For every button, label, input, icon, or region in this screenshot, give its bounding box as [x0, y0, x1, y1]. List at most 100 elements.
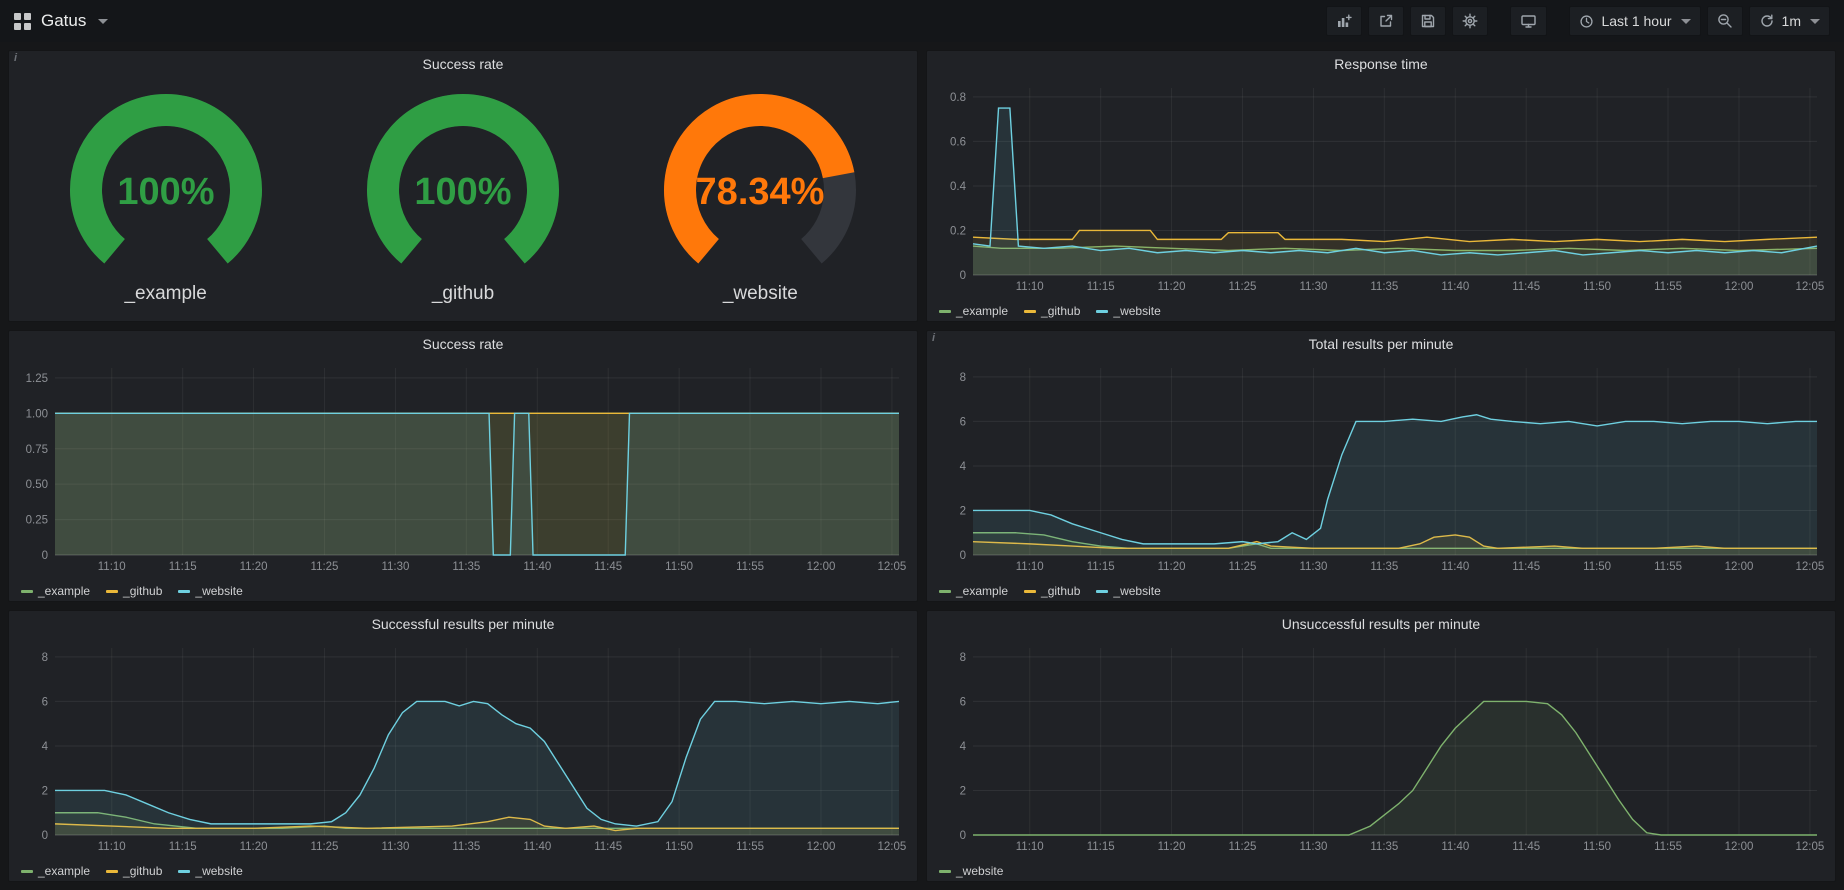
legend-item-_website[interactable]: _website [1096, 304, 1160, 318]
save-dashboard-button[interactable] [1410, 6, 1446, 36]
dashboard-grid: i Success rate 100% _example 100% _githu… [0, 42, 1844, 890]
panel-successful-results: Successful results per minute 11:1011:15… [8, 610, 918, 882]
panel-title[interactable]: Success rate [9, 331, 917, 358]
chart-plot[interactable]: 11:1011:1511:2011:2511:3011:3511:4011:45… [15, 638, 911, 860]
panel-title[interactable]: Response time [927, 51, 1835, 78]
legend-item-_example[interactable]: _example [21, 584, 90, 598]
panel-success-rate-graph: Success rate 11:1011:1511:2011:2511:3011… [8, 330, 918, 602]
x-tick-label: 11:10 [98, 841, 126, 853]
series-color-chip [1096, 310, 1108, 313]
chart-svg: 11:1011:1511:2011:2511:3011:3511:4011:45… [933, 638, 1829, 855]
x-tick-label: 11:20 [240, 841, 268, 853]
series-name: _website [956, 864, 1003, 878]
panel-title[interactable]: Unsuccessful results per minute [927, 611, 1835, 638]
x-tick-label: 11:20 [1158, 281, 1186, 293]
panel-info-icon[interactable]: i [927, 331, 950, 348]
dashboard-settings-button[interactable] [1452, 6, 1488, 36]
y-tick-label: 2 [42, 785, 48, 797]
refresh-icon [1759, 13, 1775, 29]
monitor-icon [1520, 13, 1537, 29]
dashboards-grid-icon[interactable] [14, 13, 31, 30]
add-panel-button[interactable] [1326, 6, 1362, 36]
x-tick-label: 11:40 [1441, 561, 1469, 573]
chart-svg: 11:1011:1511:2011:2511:3011:3511:4011:45… [15, 358, 911, 575]
x-tick-label: 12:00 [1725, 281, 1754, 293]
legend-item-_website[interactable]: _website [939, 864, 1003, 878]
y-tick-label: 8 [960, 372, 966, 384]
navbar-left: Gatus [14, 11, 108, 31]
x-tick-label: 11:45 [1512, 561, 1540, 573]
y-tick-label: 0.2 [950, 225, 966, 237]
y-tick-label: 8 [42, 652, 48, 664]
legend-item-_website[interactable]: _website [1096, 584, 1160, 598]
x-tick-label: 11:20 [240, 561, 268, 573]
share-dashboard-button[interactable] [1368, 6, 1404, 36]
legend-item-_website[interactable]: _website [178, 584, 242, 598]
navbar-right: Last 1 hour 1m [1326, 6, 1830, 36]
chart-plot[interactable]: 11:1011:1511:2011:2511:3011:3511:4011:45… [933, 358, 1829, 580]
series-color-chip [106, 590, 118, 593]
legend-item-_example[interactable]: _example [21, 864, 90, 878]
series-color-chip [939, 310, 951, 313]
x-tick-label: 11:45 [594, 561, 622, 573]
clock-icon [1579, 14, 1594, 29]
y-tick-label: 4 [42, 741, 49, 753]
series-color-chip [1024, 310, 1036, 313]
gauges-row: 100% _example 100% _github 78.34% _websi… [9, 78, 917, 321]
chart-svg: 11:1011:1511:2011:2511:3011:3511:4011:45… [15, 638, 911, 855]
x-tick-label: 11:10 [1016, 561, 1044, 573]
legend-item-_example[interactable]: _example [939, 584, 1008, 598]
legend-item-_github[interactable]: _github [106, 864, 162, 878]
y-tick-label: 0.25 [26, 515, 48, 527]
y-tick-label: 2 [960, 785, 966, 797]
dashboard-caret-down-icon[interactable] [98, 19, 108, 24]
refresh-dashboard-button[interactable]: 1m [1749, 6, 1830, 36]
dashboard-title[interactable]: Gatus [41, 11, 86, 31]
gauge-value-text: 100% [117, 171, 214, 213]
legend-item-_github[interactable]: _github [1024, 304, 1080, 318]
chart-plot[interactable]: 11:1011:1511:2011:2511:3011:3511:4011:45… [933, 78, 1829, 300]
time-range-picker-button[interactable]: Last 1 hour [1569, 6, 1700, 36]
chart-plot[interactable]: 11:1011:1511:2011:2511:3011:3511:4011:45… [933, 638, 1829, 860]
panel-title[interactable]: Successful results per minute [9, 611, 917, 638]
panel-success-rate-gauges: i Success rate 100% _example 100% _githu… [8, 50, 918, 322]
panel-title[interactable]: Total results per minute [927, 331, 1835, 358]
panel-title[interactable]: Success rate [9, 51, 917, 78]
series-area-_website [973, 701, 1817, 835]
x-tick-label: 11:30 [1299, 281, 1327, 293]
series-color-chip [939, 870, 951, 873]
series-color-chip [178, 590, 190, 593]
x-tick-label: 11:40 [523, 841, 551, 853]
gauge-_github: 100% _github [338, 88, 588, 305]
y-tick-label: 1.00 [26, 408, 48, 420]
x-tick-label: 11:40 [523, 561, 551, 573]
y-tick-label: 0.6 [950, 136, 966, 148]
y-tick-label: 0.50 [26, 479, 48, 491]
x-tick-label: 11:30 [1299, 561, 1327, 573]
y-tick-label: 0 [960, 830, 966, 842]
x-tick-label: 11:55 [1654, 281, 1682, 293]
gauge-label: _example [41, 283, 291, 305]
x-tick-label: 11:40 [1441, 841, 1469, 853]
x-tick-label: 11:35 [1370, 561, 1398, 573]
chart-legend: _example _github _website [9, 860, 917, 882]
x-tick-label: 11:55 [1654, 561, 1682, 573]
x-tick-label: 11:50 [665, 841, 693, 853]
panel-info-icon[interactable]: i [9, 51, 32, 68]
y-tick-label: 0.75 [26, 444, 48, 456]
legend-item-_github[interactable]: _github [106, 584, 162, 598]
x-tick-label: 11:55 [736, 841, 764, 853]
zoom-out-time-button[interactable] [1707, 6, 1743, 36]
gauge-svg: 100% [338, 88, 588, 284]
legend-item-_example[interactable]: _example [939, 304, 1008, 318]
gauge-svg: 78.34% [635, 88, 885, 284]
y-tick-label: 0 [960, 270, 966, 282]
tv-mode-button[interactable] [1510, 6, 1547, 36]
panel-unsuccessful-results: Unsuccessful results per minute 11:1011:… [926, 610, 1836, 882]
legend-item-_website[interactable]: _website [178, 864, 242, 878]
chart-plot[interactable]: 11:1011:1511:2011:2511:3011:3511:4011:45… [15, 358, 911, 580]
legend-item-_github[interactable]: _github [1024, 584, 1080, 598]
x-tick-label: 11:30 [381, 561, 409, 573]
x-tick-label: 11:15 [1087, 281, 1115, 293]
x-tick-label: 11:30 [1299, 841, 1327, 853]
